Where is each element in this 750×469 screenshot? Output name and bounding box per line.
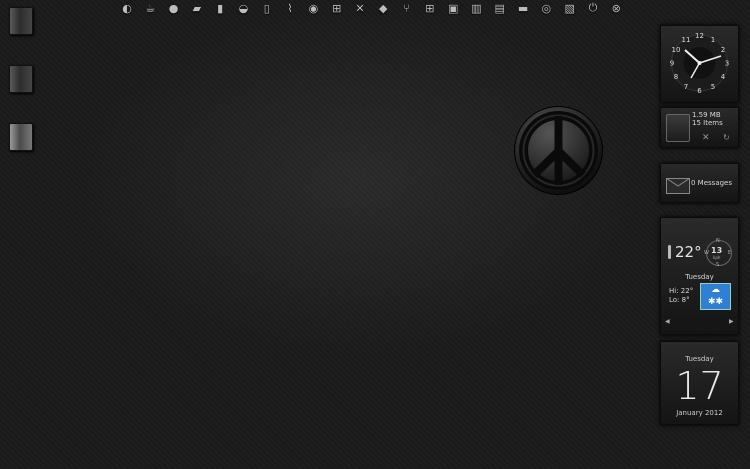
desktop-icon-3[interactable] <box>9 123 33 151</box>
paint-icon[interactable]: ◆ <box>374 0 392 16</box>
broom-icon[interactable]: ⌇ <box>281 0 299 16</box>
windows-logo-icon[interactable]: ⊞ <box>421 0 439 16</box>
recycle-bin-icon <box>666 114 690 142</box>
display-icon[interactable]: ▬ <box>514 0 532 16</box>
disc-icon[interactable]: ◎ <box>537 0 555 16</box>
recycle-bin-gadget[interactable]: 1.59 MB 15 Items ✕ ↻ <box>660 107 739 148</box>
calendar-month: January 2012 <box>676 409 723 417</box>
tools-icon[interactable]: ✕ <box>351 0 369 16</box>
clock-number: 6 <box>697 87 702 95</box>
document-icon[interactable]: ▤ <box>491 0 509 16</box>
calendar-gadget[interactable]: Tuesday 17 January 2012 <box>660 341 739 425</box>
compass-n: N <box>716 238 720 244</box>
messages-count: 0 Messages <box>691 179 733 187</box>
trash-icon[interactable]: ▥ <box>467 0 485 16</box>
clock-number: 9 <box>670 60 674 68</box>
desktop-icon-1[interactable] <box>9 7 33 35</box>
clock-number: 8 <box>674 73 678 81</box>
calendar-date: 17 <box>675 364 724 408</box>
current-temperature: 22° <box>675 243 702 261</box>
weather-hi: Hi: 22° <box>669 287 694 295</box>
clock-number: 2 <box>721 46 725 54</box>
top-dock: ◐ ☕ ● ▰ ▮ ◒ ▯ ⌇ ◉ ⊞ ✕ ◆ ⑂ ⊞ ▣ ▥ ▤ ▬ ◎ ▧ … <box>118 0 631 16</box>
clock-gadget[interactable]: 12 1 2 3 4 5 6 7 8 9 10 11 <box>660 25 739 103</box>
desktop-icon-2[interactable] <box>9 65 33 93</box>
refresh-icon[interactable]: ↻ <box>723 133 730 142</box>
mail-gadget[interactable]: 0 Messages <box>660 163 739 203</box>
compass-w: W <box>704 250 709 256</box>
wind-speed: 13 <box>711 246 723 255</box>
door-icon[interactable]: ▯ <box>258 0 276 16</box>
coffee-icon[interactable]: ☕ <box>141 0 159 16</box>
calendar-weekday: Tuesday <box>685 355 714 363</box>
clock-number: 7 <box>684 83 688 91</box>
shutdown-icon[interactable]: ⏻ <box>584 0 602 16</box>
prev-arrow-icon[interactable]: ◀ <box>665 318 670 325</box>
clock-number: 11 <box>682 36 691 44</box>
clock-number: 10 <box>672 46 681 54</box>
weather-lo: Lo: 8° <box>669 296 690 304</box>
weather-gadget[interactable]: 22° N E S W 13 kph Tuesday Hi: 22° Lo: 8… <box>660 217 739 335</box>
clock-number: 12 <box>695 32 704 40</box>
weather-day: Tuesday <box>685 273 714 281</box>
next-arrow-icon[interactable]: ▶ <box>729 318 734 325</box>
peace-symbol-icon <box>514 106 603 195</box>
globe-icon[interactable]: ◉ <box>304 0 322 16</box>
hat-icon[interactable]: ◒ <box>234 0 252 16</box>
clock-number: 5 <box>711 83 715 91</box>
image-icon[interactable]: ▧ <box>561 0 579 16</box>
wind-unit: kph <box>713 255 721 260</box>
clock-face: 12 1 2 3 4 5 6 7 8 9 10 11 <box>670 32 729 95</box>
compass-s: S <box>716 262 720 268</box>
bookmark-icon[interactable]: ▮ <box>211 0 229 16</box>
monitor-icon[interactable]: ▣ <box>444 0 462 16</box>
clock-number: 3 <box>725 60 729 68</box>
clock-number: 1 <box>711 36 715 44</box>
windows-icon[interactable]: ⊞ <box>328 0 346 16</box>
chat-icon[interactable]: ● <box>165 0 183 16</box>
empty-bin-icon[interactable]: ✕ <box>702 133 710 143</box>
snow-cloud-icon: ☁ ✱✱ <box>700 283 731 310</box>
compass-e: E <box>728 250 732 256</box>
clock-number: 4 <box>721 73 726 81</box>
thermometer-icon <box>668 245 671 259</box>
close-icon[interactable]: ⊗ <box>607 0 625 16</box>
network-icon[interactable]: ⑂ <box>398 0 416 16</box>
power-orb-icon[interactable]: ◐ <box>118 0 136 16</box>
envelope-flap <box>666 178 690 187</box>
recycle-items: 15 Items <box>692 119 723 127</box>
recycle-size: 1.59 MB <box>692 111 721 119</box>
book-icon[interactable]: ▰ <box>188 0 206 16</box>
